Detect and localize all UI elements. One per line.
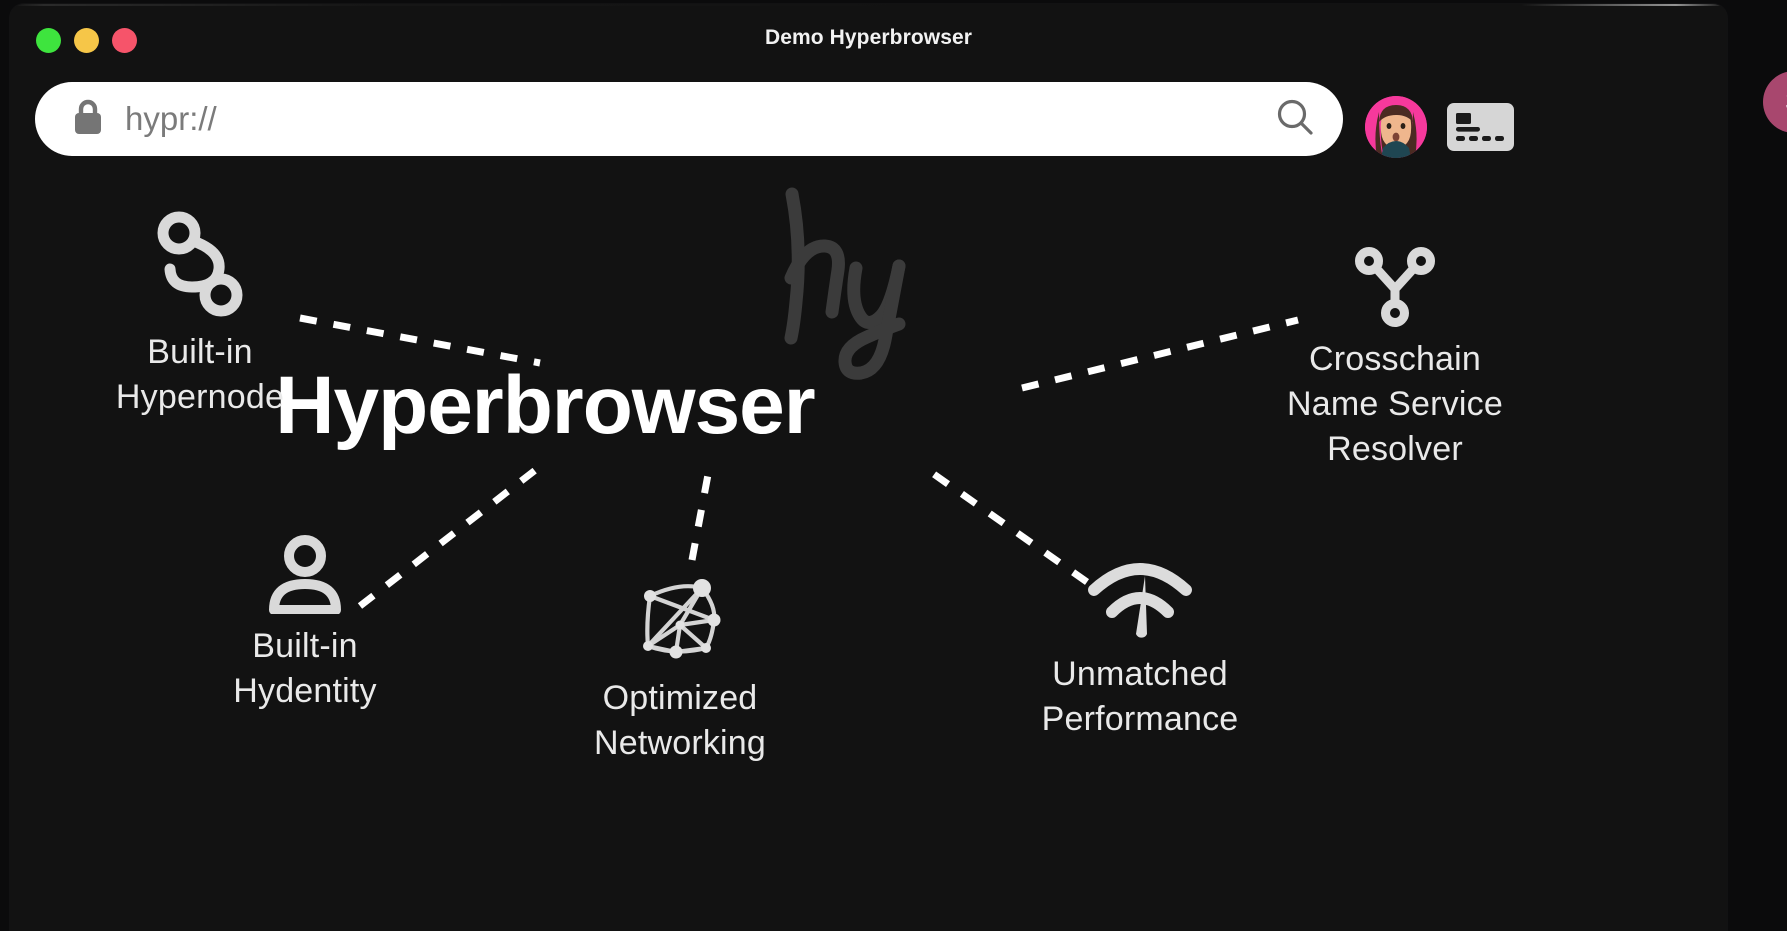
card-icon[interactable] xyxy=(1447,103,1514,151)
node-link-icon xyxy=(40,200,360,320)
feature-label: Optimized Networking xyxy=(593,679,767,763)
connector-networking xyxy=(688,463,714,561)
feature-hydentity[interactable]: Built-in Hydentity xyxy=(155,530,455,714)
speedometer-wifi-icon xyxy=(990,550,1290,642)
feature-performance[interactable]: Unmatched Performance xyxy=(990,550,1290,742)
feature-label: Built-in Hypernode xyxy=(115,333,285,417)
title-bar: Demo Hyperbrowser xyxy=(10,4,1727,76)
feature-label: Crosschain Name Service Resolver xyxy=(1287,340,1503,469)
window-title: Demo Hyperbrowser xyxy=(764,26,973,49)
feature-label: Built-in Hydentity xyxy=(233,627,377,711)
feature-label: Unmatched Performance xyxy=(1041,655,1239,739)
fork-merge-icon xyxy=(1225,245,1565,327)
browser-toolbar xyxy=(10,76,1727,160)
search-input[interactable] xyxy=(125,100,1259,138)
page-content: Hyperbrowser Built-in Hypernode Built-in… xyxy=(10,160,1727,931)
feature-crosschain[interactable]: Crosschain Name Service Resolver xyxy=(1225,245,1565,473)
person-icon xyxy=(155,530,455,614)
network-graph-icon xyxy=(530,570,830,666)
feature-networking[interactable]: Optimized Networking xyxy=(530,570,830,766)
user-avatar[interactable] xyxy=(1365,96,1427,158)
address-bar[interactable] xyxy=(35,82,1343,156)
feature-hypernode[interactable]: Built-in Hypernode xyxy=(40,200,360,420)
browser-window: Demo Hyperbrowser hypr:// Hyperbrowser B… xyxy=(10,4,1727,931)
lock-icon xyxy=(71,97,105,142)
search-icon[interactable] xyxy=(1273,95,1317,144)
